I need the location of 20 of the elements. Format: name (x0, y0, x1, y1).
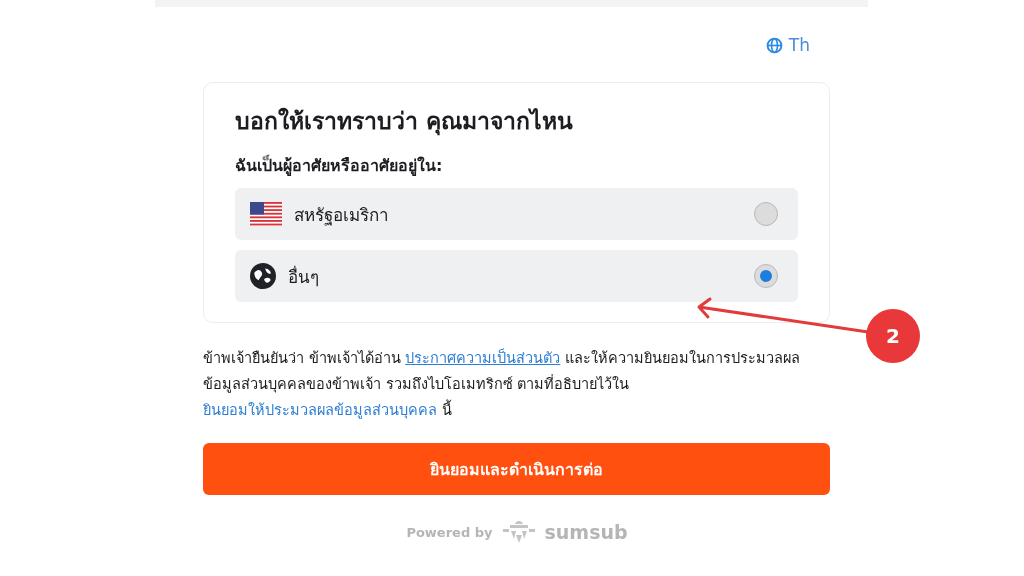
globe-icon (250, 263, 276, 289)
continue-button[interactable]: ยินยอมและดำเนินการต่อ (203, 443, 830, 495)
powered-by-text: Powered by (406, 524, 493, 540)
privacy-link[interactable]: ยินยอมให้ประมวลผลข้อมูลส่วนบุคคล (203, 402, 437, 418)
option-label: สหรัฐอเมริกา (294, 203, 390, 228)
privacy-link[interactable]: ประกาศความเป็นส่วนตัว (405, 350, 561, 366)
option-label: อื่นๆ (288, 264, 320, 289)
radio-button[interactable] (754, 264, 778, 288)
radio-button[interactable] (754, 202, 778, 226)
logo-icon (500, 519, 537, 545)
country-option[interactable]: สหรัฐอเมริกา (235, 188, 798, 240)
country-option[interactable]: อื่นๆ (235, 250, 798, 302)
consent-text: ข้าพเจ้ายืนยันว่า ข้าพเจ้าได้อ่าน ประกาศความเป็นส่วนตัว และให้ความยินยอมในการประมวลผลข้อมูลส่วนบุคคลของข้าพเจ้า รวมถึงไบโอเมทริกซ์ ตามที่อธิบายไว้ใน ยินยอมให้ประมวลผลข้อมูลส่วนบุคคล นี้ (203, 347, 801, 421)
brand-name: sumsub (544, 521, 628, 543)
language-link[interactable]: Th (765, 33, 810, 57)
card-title: บอกให้เราทราบว่า คุณมาจากไหน (235, 106, 574, 137)
globe-icon (765, 36, 783, 54)
step-badge: 2 (866, 309, 920, 363)
flag-icon (250, 202, 282, 226)
card-subtitle: ฉันเป็นผู้อาศัยหรืออาศัยอยู่ใน: (235, 153, 444, 178)
